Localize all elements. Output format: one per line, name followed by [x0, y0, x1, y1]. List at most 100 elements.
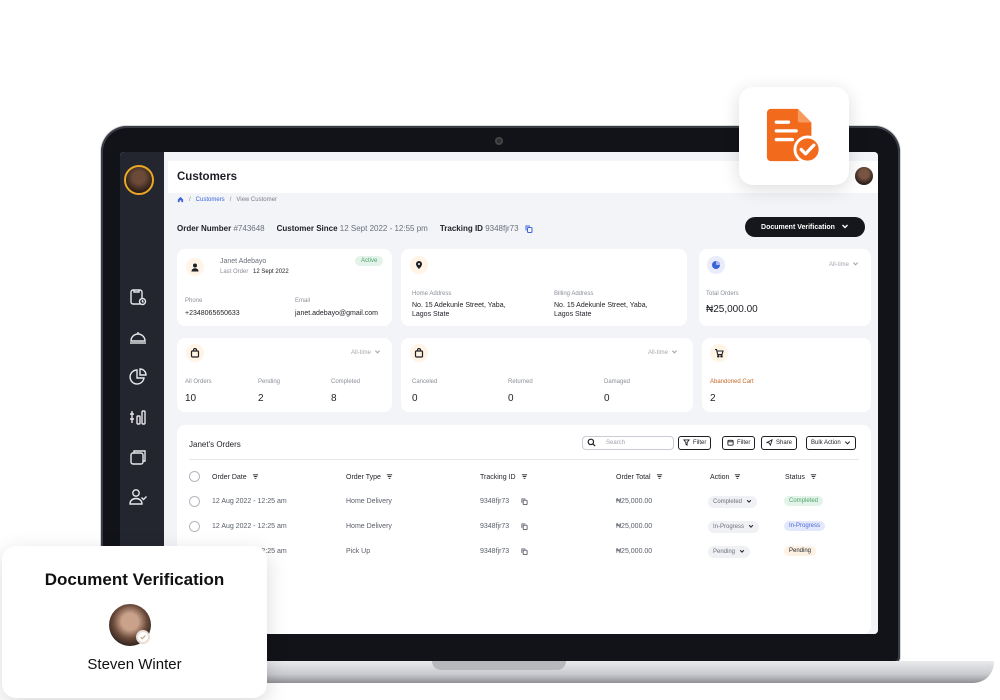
status-badge: Pending: [784, 546, 817, 556]
time-filter[interactable]: All-time: [829, 260, 859, 269]
cloche-icon[interactable]: [128, 327, 148, 347]
chevron-down-icon: [374, 348, 381, 357]
document-check-icon: [739, 87, 849, 185]
stage: Customers / Customers / View Customer Or…: [0, 0, 1000, 700]
sort-icon: [386, 473, 393, 482]
finance-chart-icon[interactable]: [128, 407, 148, 427]
abandoned-cart-label: Abandoned Cart: [710, 379, 754, 385]
sidebar-avatar[interactable]: [124, 165, 154, 195]
total-orders-value: ₦25,000.00: [706, 304, 758, 315]
customer-name: Janet Adebayo: [220, 258, 267, 265]
abandoned-cart-card: Abandoned Cart 2: [702, 338, 871, 412]
all-orders-value: 10: [185, 393, 197, 404]
sort-icon: [810, 473, 817, 482]
select-all-checkbox[interactable]: [189, 471, 200, 482]
billing-address-line1: No. 15 Adekunle Street, Yaba,: [554, 302, 648, 309]
billing-address-line2: Lagos State: [554, 311, 592, 318]
document-verification-button[interactable]: Document Verification: [745, 217, 865, 237]
verification-card: Document Verification Steven Winter: [2, 546, 267, 698]
verification-title: Document Verification: [44, 570, 225, 589]
time-filter-label: All-time: [648, 349, 669, 356]
breadcrumb: / Customers / View Customer: [177, 196, 277, 203]
tracking-id: Tracking ID 9348fjr73: [440, 224, 533, 233]
column-header-order-total[interactable]: Order Total: [616, 473, 663, 482]
copy-icon[interactable]: [521, 523, 528, 532]
returned-value: 0: [508, 393, 514, 404]
verification-name: Steven Winter: [87, 656, 182, 673]
share-button[interactable]: Share: [761, 436, 798, 450]
home-icon[interactable]: [177, 196, 184, 203]
address-card: Home Address No. 15 Adekunle Street, Yab…: [401, 249, 687, 326]
home-address-line1: No. 15 Adekunle Street, Yaba,: [412, 302, 506, 309]
pie-chart-icon[interactable]: [128, 367, 148, 387]
action-dropdown[interactable]: In-Progress: [708, 521, 760, 533]
chevron-down-icon: [852, 260, 859, 269]
column-header-order-type[interactable]: Order Type: [346, 473, 393, 482]
column-header-status[interactable]: Status: [785, 473, 817, 482]
column-header-label: Order Date: [212, 474, 247, 481]
folders-icon[interactable]: [128, 447, 148, 467]
send-icon: [765, 438, 773, 448]
copy-icon[interactable]: [521, 498, 528, 507]
pending-value: 2: [258, 393, 264, 404]
order-date-cell: 12 Aug 2022 - 12:25 am: [212, 498, 287, 505]
row-checkbox[interactable]: [189, 521, 200, 532]
phone-value: +2348065650633: [185, 310, 240, 317]
action-dropdown[interactable]: Completed: [708, 496, 758, 508]
sort-icon: [252, 473, 259, 482]
laptop-notch: [432, 661, 566, 670]
orders-table-card: Janet's Orders Search Filter Filter Shar…: [177, 425, 871, 634]
main-content: Customers / Customers / View Customer Or…: [168, 152, 878, 634]
search-input[interactable]: Search: [582, 436, 674, 450]
users-icon[interactable]: [128, 487, 148, 507]
time-filter[interactable]: All-time: [648, 348, 678, 357]
sort-icon: [734, 473, 741, 482]
orders-icon[interactable]: [128, 287, 148, 307]
order-number-label: Order Number: [177, 224, 232, 233]
copy-icon[interactable]: [521, 548, 528, 557]
time-filter[interactable]: All-time: [351, 348, 381, 357]
customer-card: Janet Adebayo Last Order 12 Sept 2022 Ac…: [177, 249, 392, 326]
copy-icon[interactable]: [525, 225, 533, 233]
tracking-id-value: 9348fjr73: [485, 224, 519, 233]
calendar-icon: [727, 439, 734, 448]
completed-value: 8: [331, 393, 337, 404]
verified-check-icon: [136, 630, 150, 644]
breadcrumb-customers-link[interactable]: Customers: [196, 197, 225, 203]
chevron-down-icon: [671, 348, 678, 357]
order-meta-row: Order Number #743648 Customer Since 12 S…: [177, 224, 533, 233]
column-header-action[interactable]: Action: [710, 473, 741, 482]
action-dropdown-label: In-Progress: [713, 524, 745, 530]
bag-icon: [186, 344, 204, 362]
calendar-filter-button[interactable]: Filter: [722, 436, 756, 450]
table-divider: [189, 459, 859, 460]
column-header-tracking-id[interactable]: Tracking ID: [480, 473, 528, 482]
email-label: Email: [295, 298, 311, 304]
returns-summary-card: All-time Canceled 0 Returned 0 Damaged 0: [401, 338, 693, 412]
home-address-label: Home Address: [412, 291, 452, 297]
filter-button-label: Filter: [693, 440, 707, 446]
column-header-order-date[interactable]: Order Date: [212, 473, 259, 482]
bag-icon: [410, 344, 428, 362]
tracking-id-cell: 9348fjr73: [480, 548, 510, 555]
bulk-action-button[interactable]: Bulk Action: [806, 436, 856, 450]
sort-icon: [521, 473, 528, 482]
column-header-label: Order Total: [616, 474, 651, 481]
abandoned-cart-value: 2: [710, 393, 716, 404]
chevron-down-icon: [841, 222, 849, 232]
filter-button[interactable]: Filter: [678, 436, 712, 450]
breadcrumb-current: View Customer: [236, 196, 277, 203]
customer-since-value: 12 Sept 2022 - 12:55 pm: [339, 224, 428, 233]
time-filter-label: All-time: [351, 349, 372, 356]
profile-avatar[interactable]: [855, 167, 873, 185]
orders-summary-card: All-time All Orders 10 Pending 2 Complet…: [177, 338, 392, 412]
canceled-label: Canceled: [412, 379, 438, 385]
tracking-id-cell: 9348fjr73: [480, 498, 510, 505]
damaged-label: Damaged: [604, 379, 631, 385]
breadcrumb-separator: /: [189, 196, 191, 203]
all-orders-label: All Orders: [185, 379, 212, 385]
action-dropdown[interactable]: Pending: [708, 546, 751, 558]
total-orders-label: Total Orders: [706, 291, 739, 297]
completed-label: Completed: [331, 379, 361, 385]
row-checkbox[interactable]: [189, 496, 200, 507]
